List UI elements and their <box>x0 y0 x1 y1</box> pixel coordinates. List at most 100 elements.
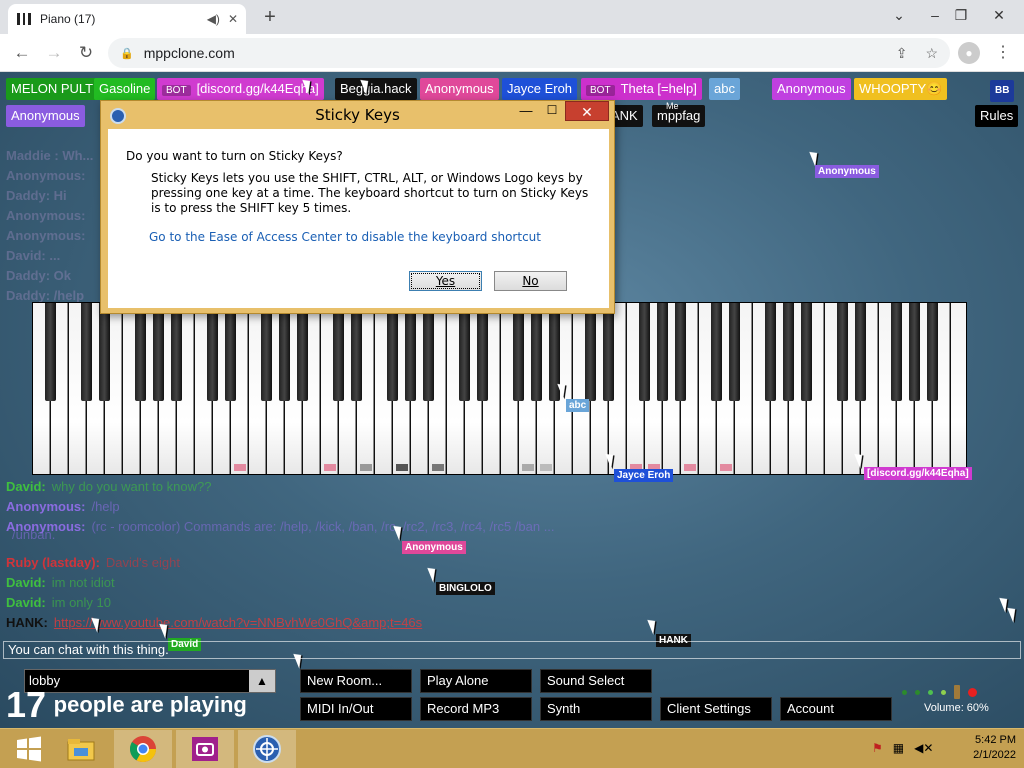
clock[interactable]: 5:42 PM 2/1/2022 <box>973 733 1016 763</box>
player-tag[interactable]: Beggia.hack <box>335 78 417 100</box>
player-tag[interactable]: BOT Theta [=help] <box>581 78 702 100</box>
accessibility-app-icon[interactable] <box>238 730 296 768</box>
network-icon[interactable]: ▦ <box>893 741 904 755</box>
black-key[interactable] <box>297 303 308 401</box>
chevron-down-icon[interactable]: ⌄ <box>884 2 914 28</box>
chat-message: /unban. <box>12 527 56 542</box>
dialog-body: Do you want to turn on Sticky Keys? Stic… <box>108 129 609 308</box>
black-key[interactable] <box>81 303 92 401</box>
forward-icon[interactable]: → <box>42 42 66 64</box>
black-key[interactable] <box>351 303 362 401</box>
black-key[interactable] <box>333 303 344 401</box>
black-key[interactable] <box>675 303 686 401</box>
sound-select-button[interactable]: Sound Select <box>540 669 652 693</box>
volume-label: Volume: 60% <box>924 702 989 714</box>
black-key[interactable] <box>711 303 722 401</box>
black-key[interactable] <box>729 303 740 401</box>
black-key[interactable] <box>423 303 434 401</box>
browser-menu-icon[interactable]: ⋮ <box>994 42 1012 64</box>
new-room-button[interactable]: New Room... <box>300 669 412 693</box>
player-name: MELON PULT <box>11 81 94 96</box>
black-key[interactable] <box>657 303 668 401</box>
player-tag[interactable]: Anonymous <box>772 78 851 100</box>
black-key[interactable] <box>135 303 146 401</box>
tab-close-icon[interactable]: ✕ <box>228 12 238 26</box>
black-key[interactable] <box>261 303 272 401</box>
piano-keyboard[interactable] <box>32 302 967 475</box>
account-button[interactable]: Account <box>780 697 892 721</box>
piano-favicon-icon <box>16 12 33 26</box>
player-tag[interactable]: Jayce Eroh <box>502 78 578 100</box>
midi-button[interactable]: MIDI In/Out <box>300 697 412 721</box>
black-key[interactable] <box>909 303 920 401</box>
new-tab-button[interactable]: + <box>258 5 282 29</box>
volume-muted-icon[interactable]: ◀✕ <box>914 741 933 755</box>
black-key[interactable] <box>153 303 164 401</box>
black-key[interactable] <box>45 303 56 401</box>
black-key[interactable] <box>207 303 218 401</box>
chrome-icon[interactable] <box>114 730 172 768</box>
black-key[interactable] <box>171 303 182 401</box>
black-key[interactable] <box>801 303 812 401</box>
player-tag[interactable]: Gasoline <box>94 78 156 100</box>
windows-start-icon[interactable] <box>0 730 58 768</box>
player-tag[interactable]: MELON PULT <box>6 78 99 100</box>
player-tag[interactable]: Anonymous <box>420 78 499 100</box>
back-icon[interactable]: ← <box>10 42 34 64</box>
player-tag[interactable]: WHOOPTY😊 <box>854 78 948 100</box>
black-key[interactable] <box>405 303 416 401</box>
chat-input[interactable]: You can chat with this thing. <box>3 641 1021 659</box>
speaker-icon[interactable]: ◀) <box>207 12 220 26</box>
black-key[interactable] <box>891 303 902 401</box>
black-key[interactable] <box>459 303 470 401</box>
black-key[interactable] <box>279 303 290 401</box>
synth-button[interactable]: Synth <box>540 697 652 721</box>
player-count-number: 17 <box>6 684 47 725</box>
ease-of-access-link[interactable]: Go to the Ease of Access Center to disab… <box>149 230 541 244</box>
dialog-minimize-button[interactable]: — <box>513 103 539 121</box>
play-alone-button[interactable]: Play Alone <box>420 669 532 693</box>
share-icon[interactable]: ⇪ <box>896 45 908 62</box>
profile-avatar[interactable]: ● <box>958 42 980 64</box>
reload-icon[interactable]: ↻ <box>74 42 98 64</box>
black-key[interactable] <box>477 303 488 401</box>
file-explorer-icon[interactable] <box>52 730 110 768</box>
bookmark-star-icon[interactable]: ☆ <box>925 45 938 62</box>
black-key[interactable] <box>927 303 938 401</box>
black-key[interactable] <box>99 303 110 401</box>
flag-icon[interactable]: ⚑ <box>872 741 883 755</box>
black-key[interactable] <box>639 303 650 401</box>
black-key[interactable] <box>513 303 524 401</box>
black-key[interactable] <box>585 303 596 401</box>
close-window-button[interactable]: ✕ <box>984 2 1014 28</box>
lock-icon: 🔒 <box>120 47 134 60</box>
dialog-close-button[interactable]: ✕ <box>565 101 609 121</box>
volume-control[interactable]: Volume: 60% <box>898 684 1018 718</box>
black-key[interactable] <box>783 303 794 401</box>
url-field[interactable]: 🔒 mppclone.com ⇪ ☆ <box>108 38 950 68</box>
camera-icon[interactable] <box>176 730 234 768</box>
client-settings-button[interactable]: Client Settings <box>660 697 772 721</box>
yes-button[interactable]: Yes <box>409 271 482 291</box>
room-arrow-icon[interactable]: ▲ <box>249 670 275 692</box>
dialog-maximize-button[interactable]: ☐ <box>539 103 565 121</box>
black-key[interactable] <box>387 303 398 401</box>
black-key[interactable] <box>855 303 866 401</box>
black-key[interactable] <box>837 303 848 401</box>
player-tag[interactable]: abc <box>709 78 740 100</box>
black-key[interactable] <box>531 303 542 401</box>
browser-tab[interactable]: Piano (17) ◀) ✕ <box>8 4 246 34</box>
black-key[interactable] <box>225 303 236 401</box>
player-name: Gasoline <box>99 81 151 96</box>
restore-window-button[interactable]: ❐ <box>946 2 976 28</box>
white-key[interactable] <box>951 303 966 474</box>
black-key[interactable] <box>603 303 614 401</box>
black-key[interactable] <box>765 303 776 401</box>
player-tag[interactable]: BOT [discord.gg/k44Eqha] <box>157 78 324 100</box>
no-button[interactable]: No <box>494 271 567 291</box>
chat-message[interactable]: https://www.youtube.com/watch?v=NNBvhWe0… <box>54 615 422 630</box>
player-count-label: people are playing <box>53 692 247 717</box>
chat-line-faded: Anonymous: <box>6 228 86 243</box>
player-name: Jayce Eroh <box>507 81 573 96</box>
record-mp3-button[interactable]: Record MP3 <box>420 697 532 721</box>
